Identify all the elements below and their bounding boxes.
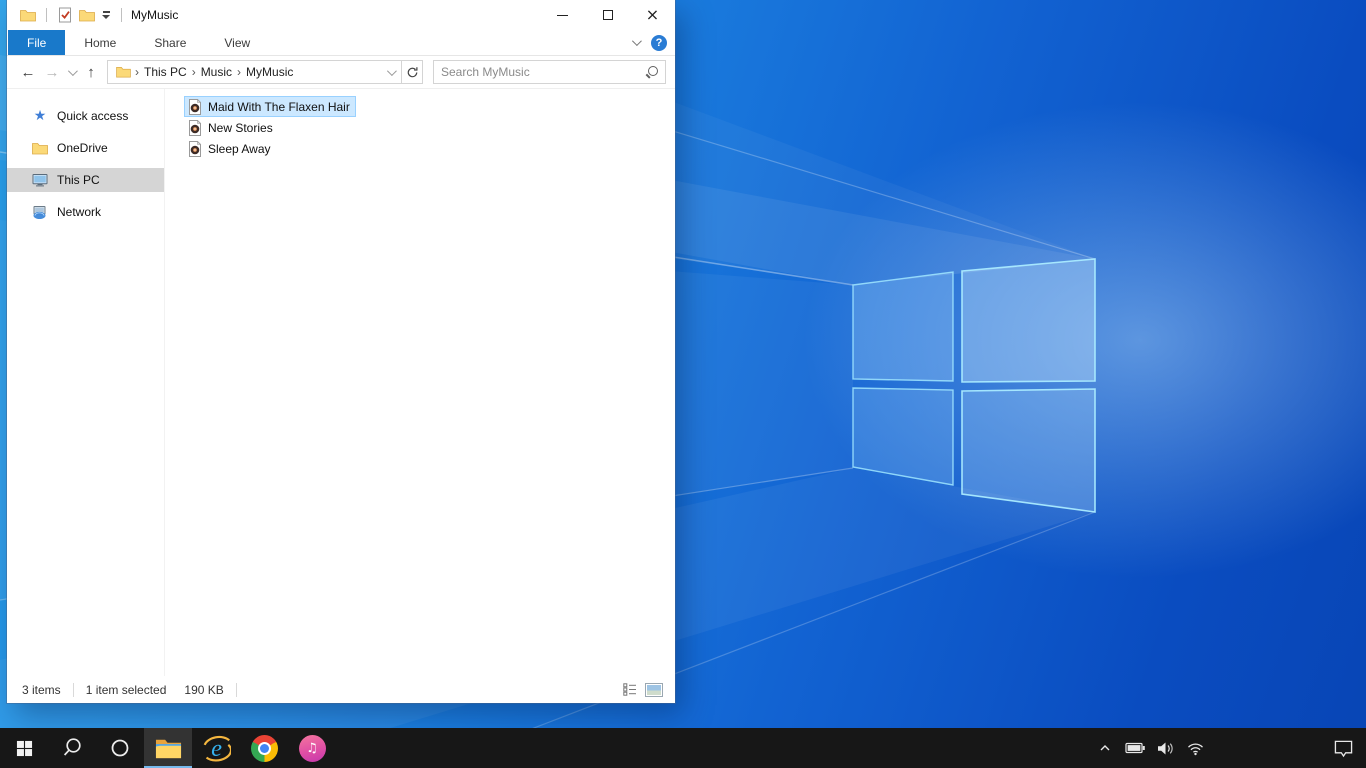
new-folder-button[interactable]: [78, 6, 96, 24]
status-item-count: 3 items: [22, 682, 74, 697]
monitor-icon: [32, 172, 48, 188]
explorer-window-icon: [19, 6, 37, 24]
search-input[interactable]: [441, 65, 645, 79]
breadcrumb-mymusic[interactable]: MyMusic: [243, 65, 296, 79]
start-button[interactable]: [0, 728, 48, 768]
address-bar[interactable]: › This PC › Music › MyMusic: [107, 60, 402, 84]
windows-logo-icon: [16, 740, 32, 756]
cortana-circle-icon: [111, 739, 129, 757]
battery-icon: [1124, 742, 1145, 754]
file-list[interactable]: Maid With The Flaxen Hair New Stories Sl…: [165, 89, 675, 676]
action-center-button[interactable]: [1320, 728, 1366, 768]
file-name: Maid With The Flaxen Hair: [208, 99, 350, 114]
status-bar: 3 items 1 item selected 190 KB: [7, 676, 675, 703]
taskbar-itunes-button[interactable]: ♫: [288, 728, 336, 768]
forward-button[interactable]: →: [40, 64, 64, 81]
breadcrumb-separator-icon: ›: [237, 65, 242, 79]
close-icon: ×: [645, 5, 660, 24]
file-name: Sleep Away: [208, 141, 271, 156]
breadcrumb-separator-icon: ›: [135, 65, 139, 79]
navigation-bar: ← → ↑ › This PC › Music › MyMusic: [7, 56, 675, 89]
titlebar: MyMusic ×: [7, 0, 675, 30]
audio-file-icon: [189, 119, 202, 136]
thumbnail-preview-icon: [647, 684, 661, 695]
file-explorer-icon: [155, 739, 181, 759]
tab-file[interactable]: File: [8, 30, 66, 55]
breadcrumb-separator-icon: ›: [191, 65, 196, 79]
onedrive-folder-icon: [32, 140, 48, 156]
address-dropdown-button[interactable]: [379, 65, 401, 76]
sidebar-item-label: Network: [57, 205, 102, 219]
breadcrumb-music[interactable]: Music: [198, 65, 235, 79]
refresh-icon: [407, 66, 417, 77]
show-hidden-icons-button[interactable]: [1092, 728, 1118, 768]
tab-view[interactable]: View: [205, 30, 269, 55]
sidebar-item-network[interactable]: Network: [7, 200, 164, 224]
help-button[interactable]: ?: [651, 34, 667, 51]
battery-status-button[interactable]: [1122, 728, 1148, 768]
search-box[interactable]: [433, 60, 666, 84]
speaker-icon: [1157, 742, 1173, 754]
taskbar-file-explorer-button[interactable]: [144, 728, 192, 768]
sidebar-item-onedrive[interactable]: OneDrive: [7, 136, 164, 160]
taskbar: e ♫: [0, 728, 1366, 768]
taskbar-search-button[interactable]: [48, 728, 96, 768]
close-button[interactable]: ×: [630, 0, 675, 30]
file-name: New Stories: [208, 120, 273, 135]
audio-file-icon: [189, 140, 202, 157]
network-icon: [32, 204, 48, 220]
cortana-button[interactable]: [96, 728, 144, 768]
file-item-maid-with-the-flaxen-hair[interactable]: Maid With The Flaxen Hair: [184, 96, 356, 117]
caption-buttons: ×: [540, 0, 675, 30]
volume-button[interactable]: [1152, 728, 1178, 768]
sidebar-item-label: Quick access: [57, 109, 129, 123]
refresh-button[interactable]: [402, 60, 423, 84]
navigation-pane: ★ Quick access OneDrive This PC Network: [7, 89, 165, 676]
status-selection-size: 190 KB: [184, 682, 237, 697]
maximize-button[interactable]: [585, 0, 630, 30]
taskbar-clock-area: [1212, 728, 1316, 768]
chrome-icon: [250, 734, 278, 762]
sidebar-item-label: OneDrive: [57, 141, 108, 155]
search-icon: [63, 738, 81, 756]
minimize-button[interactable]: [540, 0, 585, 30]
breadcrumb-this-pc[interactable]: This PC: [141, 65, 190, 79]
file-item-new-stories[interactable]: New Stories: [184, 117, 279, 138]
window-body: ★ Quick access OneDrive This PC Network …: [7, 89, 675, 676]
large-icons-view-button[interactable]: [645, 682, 663, 697]
desktop: MyMusic × File Home Share View ? ← → ↑ ›…: [0, 0, 1366, 768]
properties-button[interactable]: [56, 6, 74, 24]
status-selection: 1 item selected: [85, 682, 167, 697]
system-tray: [1092, 728, 1366, 768]
sidebar-item-label: This PC: [57, 173, 100, 187]
titlebar-separator: [46, 8, 47, 22]
expand-ribbon-icon[interactable]: [631, 36, 642, 47]
audio-file-icon: [189, 98, 202, 115]
tab-home[interactable]: Home: [65, 30, 135, 55]
details-view-button[interactable]: [623, 683, 638, 696]
sidebar-item-this-pc[interactable]: This PC: [7, 168, 164, 192]
up-button[interactable]: ↑: [79, 64, 103, 81]
itunes-icon: ♫: [298, 734, 326, 762]
titlebar-separator: [121, 8, 122, 22]
back-button[interactable]: ←: [16, 64, 40, 81]
tab-share[interactable]: Share: [135, 30, 205, 55]
customize-quick-access-toolbar-button[interactable]: [100, 11, 112, 19]
action-center-icon: [1334, 740, 1352, 757]
taskbar-internet-explorer-button[interactable]: e: [192, 728, 240, 768]
recent-locations-button[interactable]: [64, 65, 79, 76]
taskbar-chrome-button[interactable]: [240, 728, 288, 768]
file-item-sleep-away[interactable]: Sleep Away: [184, 138, 277, 159]
search-icon: [645, 65, 658, 79]
chevron-up-icon: [1100, 745, 1110, 751]
quick-access-star-icon: ★: [33, 108, 47, 124]
window-title: MyMusic: [131, 8, 179, 22]
internet-explorer-icon: e: [203, 734, 231, 761]
network-wifi-button[interactable]: [1182, 728, 1208, 768]
file-explorer-window: MyMusic × File Home Share View ? ← → ↑ ›…: [7, 0, 675, 703]
address-folder-icon: [115, 63, 131, 81]
wifi-icon: [1187, 743, 1203, 755]
sidebar-item-quick-access[interactable]: ★ Quick access: [7, 104, 164, 128]
ribbon-tabs: File Home Share View ?: [7, 30, 675, 56]
